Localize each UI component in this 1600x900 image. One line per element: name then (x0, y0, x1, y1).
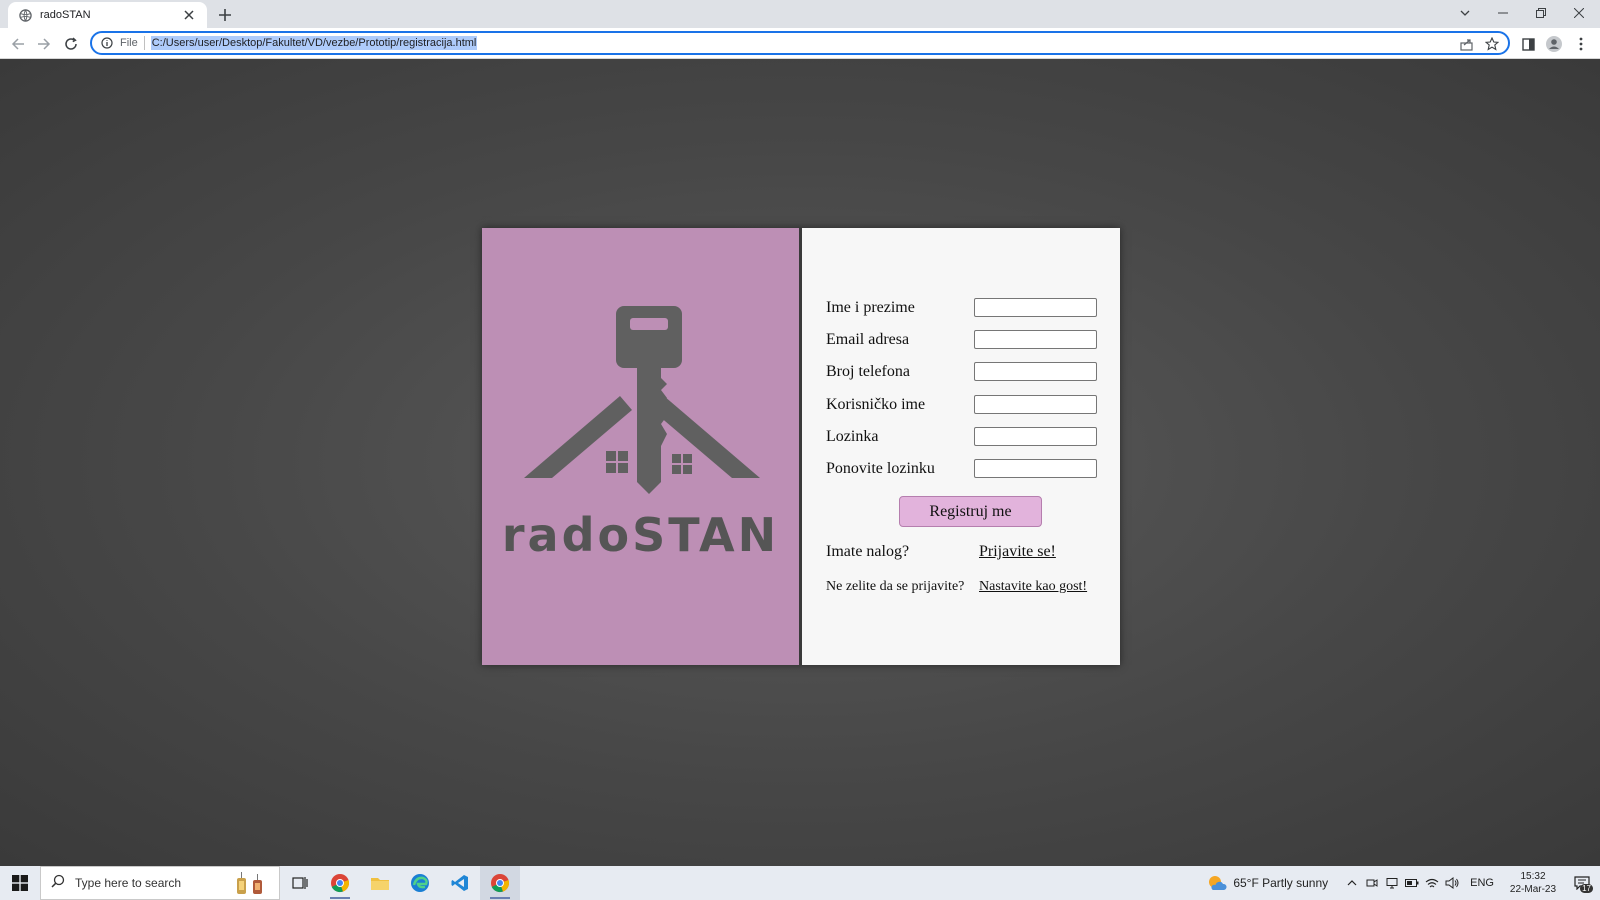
tab-title: radoSTAN (40, 9, 91, 21)
minimize-icon[interactable] (1484, 0, 1522, 26)
search-icon (51, 874, 65, 893)
confirm-password-label: Ponovite lozinku (826, 459, 935, 477)
reload-icon[interactable] (60, 33, 82, 55)
brand-panel: radoSTAN (482, 228, 802, 665)
notification-center-icon[interactable]: 17 (1564, 866, 1600, 900)
address-divider (143, 36, 145, 50)
address-scheme-label: File (120, 37, 138, 49)
login-row: Imate nalog? Prijavite se! (826, 543, 1056, 561)
address-bar[interactable]: File C:/Users/user/Desktop/Fakultet/VD/v… (90, 31, 1510, 55)
side-panel-icon[interactable] (1518, 34, 1538, 54)
registration-form: Ime i prezime Email adresa Broj telefona… (802, 228, 1120, 665)
register-button[interactable]: Registruj me (899, 496, 1042, 527)
guest-row: Ne zelite da se prijavite? Nastavite kao… (826, 578, 1087, 595)
address-url[interactable]: C:/Users/user/Desktop/Fakultet/VD/vezbe/… (150, 36, 478, 50)
house-key-logo-icon (524, 306, 760, 494)
partly-sunny-icon (1209, 876, 1227, 890)
password-label: Lozinka (826, 427, 879, 445)
full-name-input[interactable] (974, 298, 1097, 317)
password-input[interactable] (974, 427, 1097, 446)
weather-widget[interactable]: 65°F Partly sunny (1207, 874, 1328, 892)
forward-arrow-icon[interactable] (33, 33, 55, 55)
chrome-taskbar-icon[interactable] (320, 866, 360, 900)
page-viewport: radoSTAN Ime i prezime Email adresa Broj… (0, 59, 1600, 866)
volume-icon[interactable] (1442, 873, 1462, 893)
email-label: Email adresa (826, 330, 910, 348)
meet-now-icon[interactable] (1362, 873, 1382, 893)
display-icon[interactable] (1382, 873, 1402, 893)
share-icon[interactable] (1458, 36, 1474, 52)
close-window-icon[interactable] (1560, 0, 1598, 26)
new-tab-button[interactable] (215, 5, 235, 25)
clock-time: 15:32 (1520, 871, 1546, 882)
weather-text: 65°F Partly sunny (1233, 876, 1329, 890)
login-prompt: Imate nalog? (826, 543, 910, 560)
input-language[interactable]: ENG (1470, 877, 1494, 889)
chevron-up-icon[interactable] (1342, 873, 1362, 893)
username-input[interactable] (974, 395, 1097, 414)
field-row-confirm-password: Ponovite lozinku (826, 459, 1097, 478)
restore-icon[interactable] (1522, 0, 1560, 26)
browser-toolbar: File C:/Users/user/Desktop/Fakultet/VD/v… (0, 28, 1600, 59)
file-explorer-icon[interactable] (360, 866, 400, 900)
brand-wordmark: radoSTAN (501, 508, 780, 562)
login-link[interactable]: Prijavite se! (979, 543, 1056, 561)
edge-browser-icon[interactable] (400, 866, 440, 900)
tab-search-icon[interactable] (1446, 0, 1484, 26)
vscode-icon[interactable] (440, 866, 480, 900)
email-input[interactable] (974, 330, 1097, 349)
field-row-full-name: Ime i prezime (826, 298, 1097, 317)
task-view-icon[interactable] (280, 866, 320, 900)
clock[interactable]: 15:32 22-Mar-23 (1502, 870, 1564, 896)
notification-count: 17 (1580, 884, 1593, 893)
taskbar: Type here to search 65°F Partly sunny EN… (0, 866, 1600, 900)
lanterns-icon (237, 872, 262, 894)
chrome-active-taskbar-icon[interactable] (480, 866, 520, 900)
kebab-menu-icon[interactable] (1571, 34, 1591, 54)
full-name-label: Ime i prezime (826, 298, 915, 316)
phone-input[interactable] (974, 362, 1097, 381)
back-arrow-icon[interactable] (7, 33, 29, 55)
field-row-phone: Broj telefona (826, 362, 1097, 381)
field-row-password: Lozinka (826, 427, 1097, 446)
browser-tab[interactable]: radoSTAN (8, 2, 207, 28)
registration-card: radoSTAN Ime i prezime Email adresa Broj… (482, 228, 1120, 665)
running-indicator (490, 897, 510, 899)
bookmark-star-icon[interactable] (1484, 36, 1500, 52)
username-label: Korisničko ime (826, 395, 926, 413)
field-row-email: Email adresa (826, 330, 1097, 349)
field-row-username: Korisničko ime (826, 395, 1097, 414)
close-tab-icon[interactable] (181, 7, 197, 23)
confirm-password-input[interactable] (974, 459, 1097, 478)
battery-icon[interactable] (1402, 873, 1422, 893)
search-placeholder: Type here to search (75, 876, 182, 890)
windows-start-icon[interactable] (0, 866, 40, 900)
system-tray: 65°F Partly sunny ENG 15:32 22-Mar-23 17 (1207, 866, 1600, 900)
wifi-icon[interactable] (1422, 873, 1442, 893)
clock-date: 22-Mar-23 (1509, 884, 1557, 895)
guest-link[interactable]: Nastavite kao gost! (979, 579, 1087, 595)
running-indicator (330, 897, 350, 899)
profile-avatar-icon[interactable] (1544, 34, 1564, 54)
tab-strip: radoSTAN (0, 0, 1600, 28)
info-icon[interactable] (100, 36, 114, 50)
globe-icon (18, 8, 32, 22)
taskbar-search[interactable]: Type here to search (40, 866, 280, 900)
guest-prompt: Ne zelite da se prijavite? (826, 579, 965, 594)
phone-label: Broj telefona (826, 362, 910, 380)
